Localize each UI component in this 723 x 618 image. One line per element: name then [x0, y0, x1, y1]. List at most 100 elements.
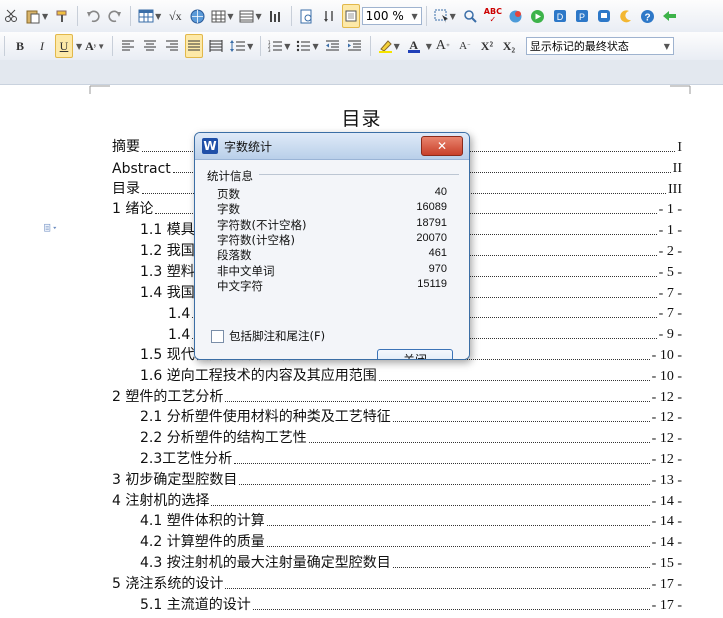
- align-left-icon[interactable]: [119, 34, 137, 58]
- toc-entry[interactable]: 2.3工艺性分析 - 12 -: [140, 448, 682, 468]
- template-icon[interactable]: D: [551, 4, 569, 28]
- highlight-icon[interactable]: ▼: [377, 34, 401, 58]
- media-icon[interactable]: [529, 4, 547, 28]
- line-spacing-icon[interactable]: ▼: [229, 34, 254, 58]
- zoom-select[interactable]: 100 % ▼: [361, 7, 422, 25]
- toc-entry[interactable]: 1.6 逆向工程技术的内容及其应用范围 - 10 -: [140, 365, 682, 385]
- toc-entry-text: 2.1 分析塑件使用材料的种类及工艺特征: [140, 409, 391, 426]
- back-arrow-icon[interactable]: [661, 4, 679, 28]
- toc-entry-text: 1.6 逆向工程技术的内容及其应用范围: [140, 367, 377, 384]
- cut-icon[interactable]: [2, 4, 20, 28]
- toc-entry[interactable]: 4.1 塑件体积的计算 - 14 -: [140, 510, 682, 530]
- italic-button[interactable]: I: [33, 34, 51, 58]
- toc-entry[interactable]: 5 浇注系统的设计 - 17 -: [112, 573, 682, 593]
- toc-entry-text: 1.3 塑料: [140, 263, 195, 280]
- toc-page-number: - 15 -: [651, 556, 682, 571]
- decrease-indent-icon[interactable]: [324, 34, 342, 58]
- stat-label: 非中文单词: [217, 263, 275, 278]
- stat-value: 970: [428, 262, 447, 275]
- stat-row: 中文字符 15119: [217, 278, 447, 293]
- shield-icon[interactable]: [595, 4, 613, 28]
- toc-entry[interactable]: 2.1 分析塑件使用材料的种类及工艺特征 - 12 -: [140, 406, 682, 426]
- toc-entry-text: 摘要: [112, 139, 140, 155]
- align-right-icon[interactable]: [163, 34, 181, 58]
- distributed-icon[interactable]: [207, 34, 225, 58]
- table-grid-icon[interactable]: ▼: [210, 4, 234, 28]
- toc-page-number: - 10 -: [651, 348, 682, 363]
- toc-page-number: II: [672, 160, 682, 176]
- toc-leader-dots: [239, 483, 650, 485]
- font-color-icon[interactable]: A: [405, 34, 423, 58]
- help-icon[interactable]: ?: [639, 4, 657, 28]
- include-footnotes-label: 包括脚注和尾注(F): [229, 329, 326, 343]
- numbered-list-icon[interactable]: 1 2 3 ▼: [267, 34, 291, 58]
- toc-leader-dots: [392, 567, 650, 568]
- bullet-list-icon[interactable]: ▼: [295, 34, 319, 58]
- chevron-down-icon[interactable]: ▼: [76, 42, 82, 51]
- track-changes-select[interactable]: 显示标记的最终状态 ▼: [525, 37, 674, 55]
- toc-page-number: - 14 -: [651, 514, 682, 530]
- superscript-button[interactable]: X²: [478, 34, 496, 58]
- globe-icon[interactable]: [188, 4, 206, 28]
- redo-icon[interactable]: [106, 4, 124, 28]
- grow-font-button[interactable]: A ⁺: [434, 34, 452, 58]
- app-logo-icon: W: [202, 138, 218, 154]
- toc-entry-text: 4.3 按注射机的最大注射量确定型腔数目: [140, 555, 391, 571]
- print-preview-icon[interactable]: [298, 4, 316, 28]
- stat-row: 字数 16089: [217, 201, 447, 216]
- vertical-text-icon[interactable]: [320, 4, 338, 28]
- include-footnotes-checkbox[interactable]: 包括脚注和尾注(F): [211, 328, 325, 344]
- shrink-font-button[interactable]: A ⁻: [456, 34, 474, 58]
- group-divider: [259, 174, 459, 175]
- toc-entry-text: 1.4: [168, 327, 191, 344]
- toc-entry[interactable]: 3 初步确定型腔数目 - 13 -: [112, 469, 682, 489]
- columns-icon[interactable]: ▼: [238, 4, 262, 28]
- chevron-down-icon[interactable]: ▼: [426, 42, 432, 51]
- select-objects-icon[interactable]: ▼: [433, 4, 457, 28]
- dialog-close-button[interactable]: ✕: [421, 136, 463, 156]
- toc-page-number: - 12 -: [651, 452, 682, 467]
- toc-entry[interactable]: 2.2 分析塑件的结构工艺性 - 12 -: [140, 427, 682, 447]
- char-shading-button[interactable]: Aʸ ▼: [84, 34, 106, 58]
- network-icon[interactable]: [507, 4, 525, 28]
- paragraph-layout-icon[interactable]: [44, 220, 58, 236]
- find-icon[interactable]: [461, 4, 479, 28]
- undo-icon[interactable]: [84, 4, 102, 28]
- paste-icon[interactable]: ▼: [24, 4, 49, 28]
- insert-table-icon[interactable]: ▼: [137, 4, 162, 28]
- close-button[interactable]: 关闭: [377, 349, 453, 359]
- formatting-toolbar: B I U ▼ Aʸ ▼ ▼ 1 2 3 ▼ ▼ ▼ A ▼ A ⁺ A ⁻ X² X₂ 显…: [0, 32, 723, 61]
- chevron-down-icon: ▼: [663, 41, 670, 51]
- moon-icon[interactable]: [617, 4, 635, 28]
- svg-text:3: 3: [268, 48, 271, 52]
- toc-entry-text: 3 初步确定型腔数目: [112, 471, 238, 488]
- toc-entry[interactable]: 5.1 主流道的设计 - 17 -: [140, 594, 682, 614]
- dialog-title-bar[interactable]: W 字数统计 ✕: [195, 133, 469, 160]
- show-marks-icon[interactable]: [341, 4, 360, 28]
- align-center-icon[interactable]: [141, 34, 159, 58]
- document-icon[interactable]: P: [573, 4, 591, 28]
- separator: [290, 6, 292, 26]
- chart-icon[interactable]: [267, 4, 285, 28]
- toc-page-number: I: [677, 140, 682, 155]
- justify-icon[interactable]: [185, 34, 204, 58]
- toc-leader-dots: [266, 525, 650, 527]
- toc-entry-text: 2.3工艺性分析: [140, 451, 233, 467]
- underline-button[interactable]: U: [55, 34, 73, 58]
- toc-entry[interactable]: 4 注射机的选择 - 14 -: [112, 490, 682, 510]
- spell-check-icon[interactable]: ABC ✓: [483, 4, 503, 28]
- toc-entry[interactable]: 4.2 计算塑件的质量 - 14 -: [140, 531, 682, 551]
- subscript-button[interactable]: X₂: [500, 34, 518, 58]
- formula-icon[interactable]: √x: [166, 4, 184, 28]
- stat-label: 段落数: [217, 248, 252, 263]
- stats-group-label: 统计信息: [207, 169, 253, 183]
- toc-entry-text: 4.2 计算塑件的质量: [140, 534, 265, 551]
- svg-text:D: D: [557, 12, 564, 22]
- toc-entry[interactable]: 4.3 按注射机的最大注射量确定型腔数目 - 15 -: [140, 552, 682, 572]
- toc-entry-text: 5.1 主流道的设计: [140, 596, 251, 613]
- bold-button[interactable]: B: [11, 34, 29, 58]
- checkbox-box[interactable]: [211, 329, 224, 343]
- toc-entry[interactable]: 2 塑件的工艺分析 - 12 -: [112, 386, 682, 406]
- increase-indent-icon[interactable]: [346, 34, 364, 58]
- format-painter-icon[interactable]: [53, 4, 71, 28]
